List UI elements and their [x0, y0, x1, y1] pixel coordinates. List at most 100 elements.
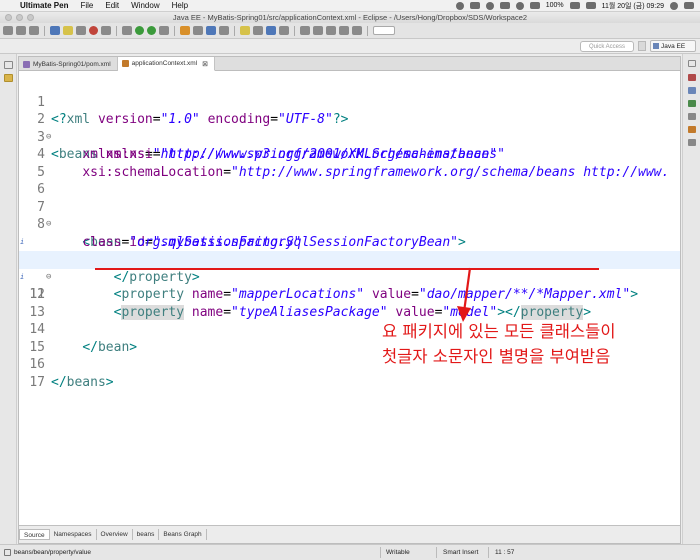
annotation-line-2: 첫글자 소문자인 별명을 부여받음 — [382, 347, 611, 366]
code-line[interactable]: 8 class="org.mybatis.spring.SqlSessionFa… — [19, 199, 680, 250]
code-line[interactable]: 12 — [19, 269, 680, 302]
toolbar-dropdown[interactable] — [373, 26, 395, 35]
status-writable: Writable — [386, 549, 410, 556]
status-element-icon — [4, 549, 11, 556]
battery-percent: 100% — [545, 2, 564, 9]
status-separator — [436, 547, 437, 558]
code-line[interactable]: i 9 ⊖ <property name="mapperLocations" v… — [19, 216, 680, 303]
mark-occurrences-icon[interactable] — [253, 26, 263, 35]
quick-access-input[interactable]: Quick Access — [580, 41, 634, 52]
spotlight-icon[interactable] — [670, 1, 678, 10]
close-window-button[interactable] — [5, 14, 12, 21]
restore-view-icon[interactable] — [4, 61, 13, 69]
tab-label: applicationContext.xml — [131, 60, 198, 67]
java-ee-icon — [653, 43, 659, 49]
code-line-current[interactable]: i 11 <property name="typeAliasesPackage"… — [19, 251, 680, 320]
save-all-icon[interactable] — [29, 26, 39, 35]
perspective-java-ee-button[interactable]: Java EE — [650, 40, 696, 52]
volume-icon[interactable] — [529, 2, 540, 9]
token: > — [105, 374, 114, 390]
wifi-icon[interactable] — [515, 1, 524, 10]
tab-namespaces[interactable]: Namespaces — [50, 529, 97, 540]
toolbar-separator — [116, 25, 117, 36]
menu-edit[interactable]: Edit — [99, 1, 125, 10]
new-java-class-icon[interactable] — [180, 26, 190, 35]
status-xml-path: beans/bean/property/value — [14, 549, 91, 556]
next-annotation-icon[interactable] — [300, 26, 310, 35]
editor-bottom-tabs: Source Namespaces Overview beans Beans G… — [19, 525, 680, 543]
project-explorer-icon[interactable] — [4, 74, 13, 82]
search-icon[interactable] — [240, 26, 250, 35]
perspective-label: Java EE — [661, 43, 686, 50]
last-edit-icon[interactable] — [326, 26, 336, 35]
minimize-window-button[interactable] — [16, 14, 23, 21]
clock[interactable]: 11월 20일 (금) 09:29 — [602, 1, 664, 11]
external-tools-icon[interactable] — [122, 26, 132, 35]
notification-center-icon[interactable] — [684, 2, 694, 9]
display-icon[interactable] — [469, 2, 480, 9]
back-icon[interactable] — [339, 26, 349, 35]
timemachine-icon[interactable] — [485, 1, 494, 10]
status-insert-mode[interactable]: Smart Insert — [443, 549, 478, 556]
app-name[interactable]: Ultimate Pen — [16, 1, 74, 10]
skip-icon[interactable] — [101, 26, 111, 35]
open-perspective-icon[interactable] — [638, 41, 646, 51]
previous-annotation-icon[interactable] — [313, 26, 323, 35]
task-list-icon[interactable] — [688, 87, 696, 94]
tab-beans-graph[interactable]: Beans Graph — [159, 529, 207, 540]
terminal-icon[interactable] — [76, 26, 86, 35]
code-line[interactable]: 2 ⊖ <beans xmlns="http://www.springframe… — [19, 94, 680, 162]
status-cursor-position[interactable]: 11 : 57 — [495, 549, 514, 556]
code-line[interactable]: 4 xsi:schemaLocation="http://www.springf… — [19, 129, 680, 180]
open-type-icon[interactable] — [206, 26, 216, 35]
restore-view-icon[interactable] — [688, 60, 696, 67]
left-trim-bar — [0, 54, 17, 548]
menu-help[interactable]: Help — [166, 1, 194, 10]
line-number: 17 — [29, 374, 45, 390]
outline-icon[interactable] — [688, 74, 696, 81]
annotation-underline — [95, 268, 599, 270]
code-line[interactable]: 10 </property> — [19, 234, 680, 285]
code-line[interactable]: 6 — [19, 164, 680, 197]
code-line[interactable]: 13 — [19, 286, 680, 320]
toolbar-separator — [367, 25, 368, 36]
run-icon[interactable] — [147, 26, 156, 35]
toggle-block-icon[interactable] — [266, 26, 276, 35]
tab-beans[interactable]: beans — [133, 529, 160, 540]
code-line[interactable]: 1 <?xml version="1.0" encoding="UTF-8"?> — [19, 76, 680, 128]
code-line[interactable]: 3 xmlns:xsi="http://www.w3.org/2001/XMLS… — [19, 111, 680, 163]
tab-application-context-xml[interactable]: applicationContext.xml ⊠ — [117, 57, 215, 71]
zoom-window-button[interactable] — [27, 14, 34, 21]
server-icon[interactable] — [50, 26, 60, 35]
console-icon[interactable] — [688, 139, 696, 146]
properties-icon[interactable] — [688, 113, 696, 120]
dropbox-icon[interactable] — [455, 1, 464, 10]
tab-source[interactable]: Source — [19, 529, 50, 540]
tab-overview[interactable]: Overview — [97, 529, 133, 540]
bluetooth-icon[interactable] — [499, 2, 510, 9]
servers-icon[interactable] — [688, 126, 696, 133]
toolbar-separator — [174, 25, 175, 36]
stop-icon[interactable] — [89, 26, 98, 35]
maven-file-icon — [23, 60, 30, 68]
new-package-icon[interactable] — [193, 26, 203, 35]
menu-window[interactable]: Window — [125, 1, 165, 10]
toolbar-separator — [44, 25, 45, 36]
show-whitespace-icon[interactable] — [279, 26, 289, 35]
new-icon[interactable] — [3, 26, 13, 35]
coverage-icon[interactable] — [159, 26, 169, 35]
code-line[interactable]: 5 — [19, 146, 680, 180]
code-line[interactable]: 7 ⊖ <bean id="sqlSessionFactory" — [19, 181, 680, 250]
battery-icon[interactable] — [569, 2, 580, 9]
tab-pom-xml[interactable]: MyBatis-Spring01/pom.xml — [19, 57, 118, 71]
menu-file[interactable]: File — [74, 1, 99, 10]
save-icon[interactable] — [16, 26, 26, 35]
input-source-icon[interactable] — [585, 2, 596, 9]
markers-icon[interactable] — [688, 100, 696, 107]
debug-icon[interactable] — [135, 26, 144, 35]
close-tab-icon[interactable]: ⊠ — [202, 60, 208, 68]
code-area[interactable]: 1 <?xml version="1.0" encoding="UTF-8"?>… — [19, 72, 680, 522]
build-icon[interactable] — [63, 26, 73, 35]
forward-icon[interactable] — [352, 26, 362, 35]
open-task-icon[interactable] — [219, 26, 229, 35]
